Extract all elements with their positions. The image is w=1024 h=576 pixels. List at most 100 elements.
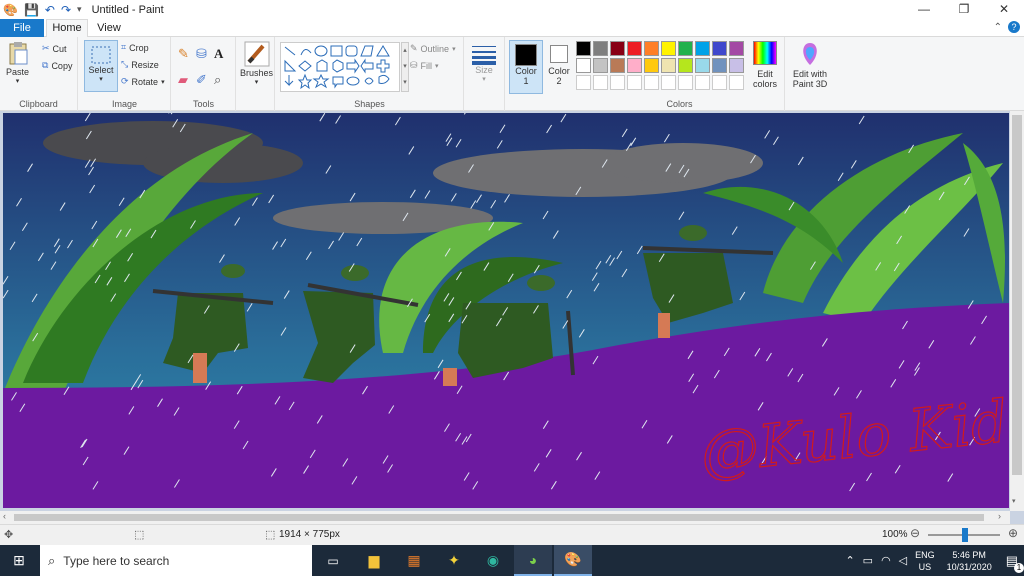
fill-button[interactable]: ⛁ Fill ▾ (410, 60, 439, 71)
shapes-gallery-scroll[interactable]: ▴ ▾ ▾ (401, 42, 409, 92)
paste-dropdown-icon[interactable]: ▾ (16, 77, 20, 85)
color-swatch[interactable] (627, 58, 642, 73)
color-picker-icon[interactable]: ✐ (196, 72, 214, 88)
minimize-button[interactable]: — (904, 0, 944, 19)
clipboard-group: Paste ▾ ✂ Cut ⧉ Copy Clipboard (0, 37, 78, 111)
pencil-icon[interactable]: ✎ (178, 46, 196, 62)
save-icon[interactable]: 💾 (24, 3, 39, 17)
size-button[interactable]: Size ▾ (470, 43, 498, 83)
vertical-scrollbar[interactable]: ▾ (1010, 111, 1024, 511)
shapes-gallery[interactable] (280, 42, 400, 92)
paint-taskbar-button[interactable]: 🎨 (554, 545, 592, 576)
zoom-in-icon[interactable]: ⊕ (1008, 526, 1018, 540)
color-swatch[interactable] (644, 41, 659, 56)
edit-with-paint3d-button[interactable]: Edit with Paint 3D (790, 41, 830, 89)
color-swatch[interactable] (610, 41, 625, 56)
custom-color-slot[interactable] (610, 75, 625, 90)
custom-color-slot[interactable] (661, 75, 676, 90)
outline-button[interactable]: ✎ Outline ▾ (410, 43, 456, 54)
wifi-icon[interactable]: ◠ (881, 554, 891, 567)
select-dropdown-icon[interactable]: ▾ (99, 75, 103, 83)
edge-browser-button[interactable]: ◉ (474, 545, 512, 576)
cut-button[interactable]: ✂ Cut (42, 43, 67, 54)
custom-color-slot[interactable] (678, 75, 693, 90)
customize-qat-chevron-icon[interactable]: ▾ (77, 4, 82, 15)
language-indicator[interactable]: ENG US (915, 549, 935, 573)
color-swatch[interactable] (729, 41, 744, 56)
start-button[interactable]: ⊞ (0, 545, 38, 576)
custom-color-slot[interactable] (576, 75, 591, 90)
zoom-out-icon[interactable]: ⊖ (910, 526, 920, 540)
color-swatch[interactable] (712, 41, 727, 56)
color-swatch[interactable] (661, 58, 676, 73)
custom-color-slot[interactable] (644, 75, 659, 90)
fill-bucket-icon[interactable]: ⛁ (196, 46, 214, 62)
color-swatch[interactable] (678, 58, 693, 73)
zoom-slider-thumb[interactable] (962, 528, 968, 542)
color-swatch[interactable] (593, 41, 608, 56)
maximize-button[interactable]: ❐ (944, 0, 984, 19)
copy-button[interactable]: ⧉ Copy (42, 60, 72, 71)
color-swatch[interactable] (644, 58, 659, 73)
color-swatch[interactable] (576, 41, 591, 56)
battery-icon[interactable]: ▭ (863, 554, 873, 567)
scroll-left-arrow-icon[interactable]: ‹ (3, 511, 6, 521)
color-swatch[interactable] (576, 58, 591, 73)
custom-color-slot[interactable] (593, 75, 608, 90)
color2-button[interactable]: Color 2 (545, 43, 573, 86)
show-hidden-icons-chevron-icon[interactable]: ⌃ (845, 554, 854, 567)
copy-label: Copy (51, 60, 73, 71)
notification-badge: 1 (1014, 562, 1024, 573)
vertical-scroll-thumb[interactable] (1012, 115, 1022, 475)
undo-icon[interactable]: ↶ (45, 3, 55, 17)
rotate-button[interactable]: ⟳ Rotate ▾ (121, 76, 165, 87)
taskbar-app-button-1[interactable]: ▦ (395, 545, 433, 576)
select-button[interactable]: Select ▾ (84, 40, 118, 92)
color-swatch[interactable] (712, 58, 727, 73)
scroll-right-arrow-icon[interactable]: › (998, 511, 1001, 521)
tab-view[interactable]: View (92, 19, 126, 37)
close-button[interactable]: ✕ (984, 0, 1024, 19)
color-swatch[interactable] (627, 41, 642, 56)
horizontal-scroll-thumb[interactable] (14, 514, 984, 521)
paste-button[interactable]: Paste ▾ (6, 41, 29, 85)
crop-button[interactable]: ⌗ Crop (121, 42, 149, 53)
volume-icon[interactable]: ◁ (899, 554, 907, 567)
taskbar-app-button-2[interactable]: ✦ (435, 545, 473, 576)
collapse-ribbon-chevron-icon[interactable]: ⌃ (994, 22, 1002, 33)
color-swatch[interactable] (695, 58, 710, 73)
redo-icon[interactable]: ↷ (61, 3, 71, 17)
color-swatch[interactable] (729, 58, 744, 73)
file-explorer-button[interactable]: ▆ (355, 545, 393, 576)
drawing-canvas[interactable]: @Kulo Kid (3, 113, 1009, 508)
rotate-label: Rotate (131, 76, 159, 87)
color-swatch[interactable] (593, 58, 608, 73)
custom-color-slot[interactable] (627, 75, 642, 90)
edit-colors-button[interactable]: Edit colors (753, 41, 777, 89)
color-swatch[interactable] (610, 58, 625, 73)
color-swatch[interactable] (661, 41, 676, 56)
custom-color-slot[interactable] (695, 75, 710, 90)
color1-button[interactable]: Color 1 (509, 40, 543, 94)
color-swatch[interactable] (695, 41, 710, 56)
magnifier-icon[interactable]: ⌕ (214, 72, 232, 88)
tab-home[interactable]: Home (46, 19, 88, 38)
eraser-icon[interactable]: ▰ (178, 72, 196, 88)
horizontal-scrollbar[interactable]: ‹ › (0, 511, 1010, 524)
notification-center-button[interactable]: ▤ 1 (1006, 553, 1024, 573)
brushes-button[interactable]: Brushes ▾ (240, 40, 273, 86)
tab-file[interactable]: File (0, 19, 44, 37)
taskbar-search-box[interactable]: ⌕ Type here to search (40, 545, 312, 576)
brushes-dropdown-icon: ▾ (254, 79, 259, 86)
custom-color-slot[interactable] (729, 75, 744, 90)
help-icon[interactable]: ? (1008, 21, 1020, 33)
clock[interactable]: 5:46 PM 10/31/2020 (947, 549, 992, 573)
custom-color-slot[interactable] (712, 75, 727, 90)
color-swatch[interactable] (678, 41, 693, 56)
text-tool-icon[interactable]: A (214, 46, 232, 62)
task-view-button[interactable]: ▭ (314, 545, 352, 576)
shapes-group-label: Shapes (354, 99, 385, 109)
taskbar-app-button-3[interactable]: ◕ (514, 545, 552, 576)
scroll-down-arrow-icon[interactable]: ▾ (1012, 497, 1016, 505)
resize-button[interactable]: ⤡ Resize (121, 59, 159, 70)
